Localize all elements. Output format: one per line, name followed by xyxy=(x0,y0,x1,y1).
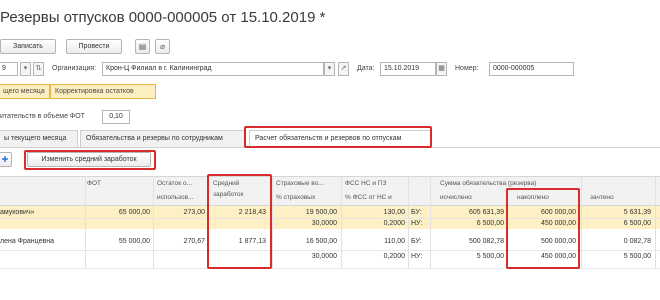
col-average-sub: заработок xyxy=(213,191,244,198)
paperclip-icon[interactable]: ⌀ xyxy=(155,39,170,54)
column-divider xyxy=(208,176,209,269)
row-divider xyxy=(0,218,660,219)
used-nu: 6 500,00 xyxy=(623,220,651,227)
column-divider xyxy=(153,176,154,269)
column-divider xyxy=(655,176,656,269)
insurance-value: 16 500,00 xyxy=(305,238,337,245)
fss-percent: 0,2000 xyxy=(383,253,405,260)
insurance-value: 19 500,00 xyxy=(305,209,337,216)
page-title: Резервы отпусков 0000-000005 от 15.10.20… xyxy=(0,9,326,26)
accrued-nu: 450 000,00 xyxy=(540,220,576,227)
nu-label: НУ: xyxy=(411,220,423,227)
number-field[interactable]: 0000-000005 xyxy=(489,62,574,76)
col-average: Средний xyxy=(213,180,240,187)
used-nu: 5 500,00 xyxy=(623,253,651,260)
calc-bu: 605 631,39 xyxy=(468,209,504,216)
column-divider xyxy=(272,176,273,269)
col-obligation-sum: Сумма обязательства (резерва) xyxy=(440,180,537,187)
date-picker-icon[interactable]: ▦ xyxy=(436,62,447,76)
insurance-percent: 30,0000 xyxy=(311,220,337,227)
org-label: Организация: xyxy=(52,65,97,72)
column-divider xyxy=(581,176,582,269)
date-field[interactable]: 15.10.2019 xyxy=(380,62,436,76)
employee-name: лена Францевна xyxy=(0,238,54,245)
accrued-nu: 450 000,00 xyxy=(540,253,576,260)
col-remainder-sub: использов... xyxy=(157,194,194,201)
tab-vacation-calc[interactable]: Расчет обязательств и резервов по отпуск… xyxy=(249,130,431,147)
tab-current-month[interactable]: щего месяца xyxy=(0,84,50,99)
remainder-value: 270,67 xyxy=(183,238,205,245)
accrued-bu: 600 000,00 xyxy=(540,209,576,216)
column-divider xyxy=(341,176,342,269)
fot-label: итательств в объеме ФОТ xyxy=(0,113,85,120)
org-open-icon[interactable]: ↗ xyxy=(338,62,349,76)
col-insurance: Страховые во... xyxy=(276,180,324,187)
column-divider xyxy=(408,176,409,269)
tab-balance-correction[interactable]: Корректировка остатков xyxy=(50,84,156,99)
calc-bu: 500 082,78 xyxy=(468,238,504,245)
fot-value: 55 000,00 xyxy=(118,238,150,245)
average-value: 1 877,13 xyxy=(238,238,266,245)
used-bu: 0 082,78 xyxy=(623,238,651,245)
table-row[interactable]: лена Францевна 55 000,00 270,67 1 877,13… xyxy=(0,229,660,269)
nu-label: НУ: xyxy=(411,253,423,260)
col-fot: ФОТ xyxy=(87,180,101,187)
col-remainder: Остаток о... xyxy=(157,180,192,187)
org-dropdown-icon[interactable]: ▾ xyxy=(324,62,335,76)
org-field[interactable]: Крон-Ц Филиал в г. Калининград xyxy=(102,62,324,76)
number-label: Номер: xyxy=(455,65,479,72)
row-divider xyxy=(0,250,660,251)
add-icon[interactable]: ✚ xyxy=(0,152,12,167)
fss-percent: 0,2000 xyxy=(383,220,405,227)
col-fss: ФСС НС и ПЗ xyxy=(345,180,387,187)
date-label: Дата: xyxy=(357,65,375,72)
post-button[interactable]: Провести xyxy=(66,39,122,54)
table-header: ФОТ Остаток о... использов... Средний за… xyxy=(0,176,660,206)
col-insurance-sub: % страховых xyxy=(276,194,316,201)
fss-value: 110,00 xyxy=(384,238,405,245)
col-calculated: исчислено xyxy=(440,194,472,201)
accrued-bu: 500 000,00 xyxy=(540,238,576,245)
change-average-earnings-button[interactable]: Изменить средний заработок xyxy=(27,152,151,167)
column-divider xyxy=(506,176,507,269)
list-icon[interactable]: ▤ xyxy=(135,39,150,54)
tab-employee-obligations[interactable]: Обязательства и резервы по сотрудникам xyxy=(80,130,245,147)
col-fss-sub: % ФСС от НС и xyxy=(345,194,392,201)
calc-nu: 5 500,00 xyxy=(476,253,504,260)
fss-value: 130,00 xyxy=(383,209,405,216)
bu-label: БУ: xyxy=(411,209,422,216)
calc-nu: 6 500,00 xyxy=(476,220,504,227)
average-value: 2 218,43 xyxy=(238,209,266,216)
column-divider xyxy=(430,176,431,269)
record-button[interactable]: Записать xyxy=(0,39,56,54)
column-divider xyxy=(85,176,86,269)
tab-month-obligations[interactable]: ы текущего месяца xyxy=(0,130,78,147)
spin-button[interactable]: ⇅ xyxy=(33,62,44,76)
col-accrued: накоплено xyxy=(517,194,549,201)
remainder-value: 273,00 xyxy=(183,209,205,216)
calendar-button[interactable]: ▾ xyxy=(20,62,31,76)
period-field[interactable]: 9 xyxy=(0,62,18,76)
fot-field[interactable]: 0,10 xyxy=(102,110,130,124)
used-bu: 5 631,39 xyxy=(623,209,651,216)
tab-divider xyxy=(0,147,660,148)
bu-label: БУ: xyxy=(411,238,422,245)
employee-name: амукович» xyxy=(0,209,35,216)
col-used: зачтено xyxy=(590,194,614,201)
fot-value: 65 000,00 xyxy=(118,209,150,216)
insurance-percent: 30,0000 xyxy=(311,253,337,260)
